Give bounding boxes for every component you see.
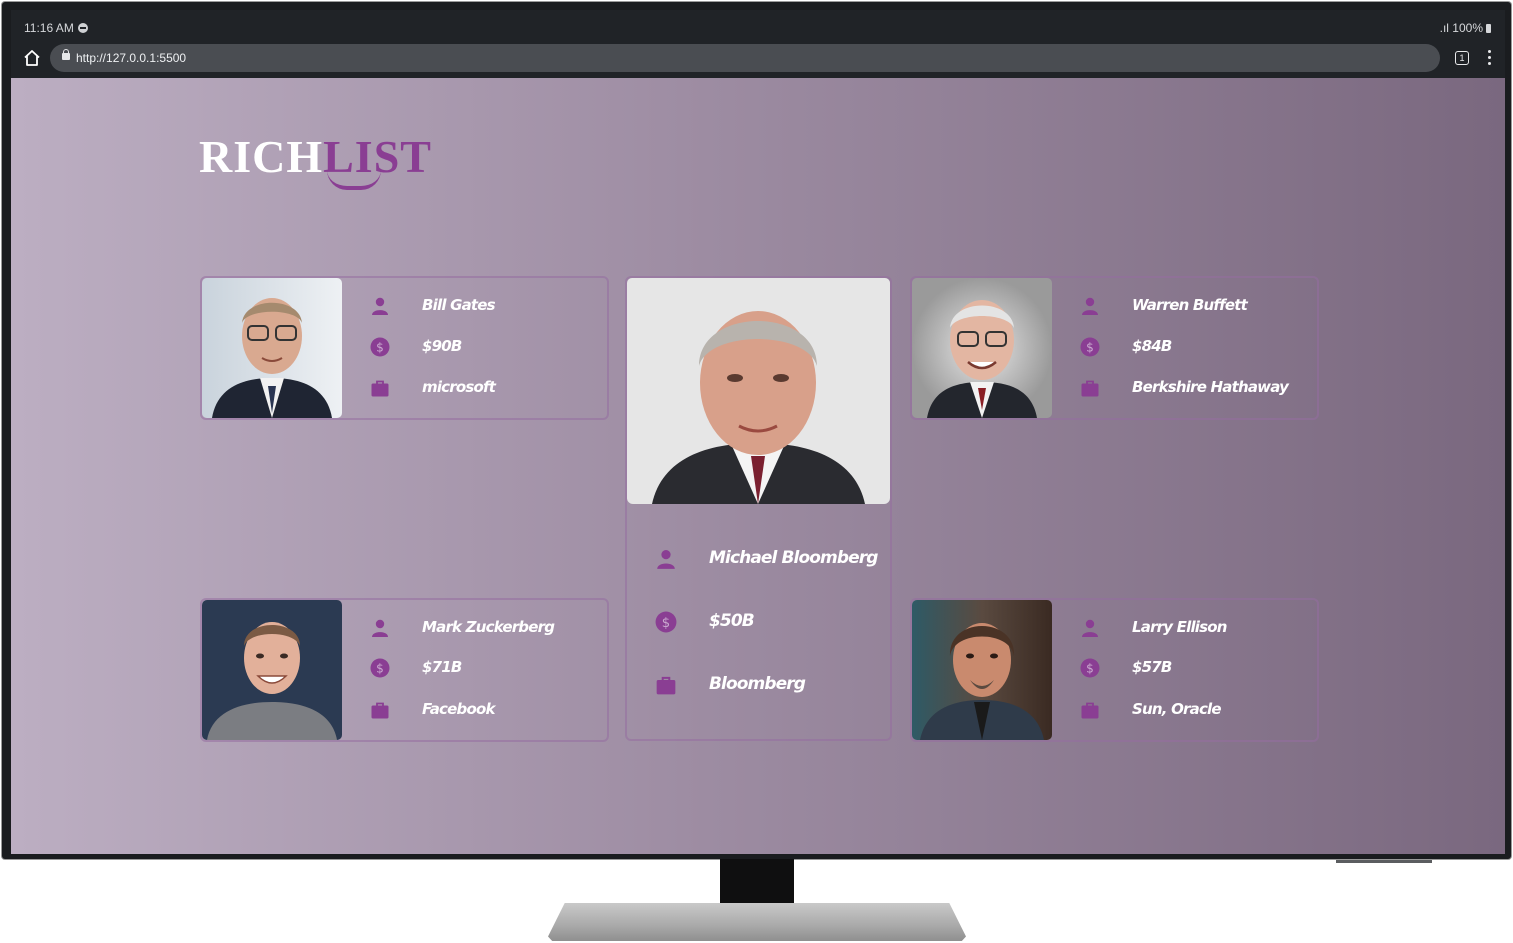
home-icon[interactable] xyxy=(22,48,42,68)
company-name: microsoft xyxy=(422,378,496,396)
company-row: Berkshire Hathaway xyxy=(1080,376,1310,400)
company-name: Sun, Oracle xyxy=(1132,700,1222,718)
person-photo xyxy=(912,600,1052,740)
status-time: 11:16 AM xyxy=(24,21,88,35)
name-row: Michael Bloomberg xyxy=(655,544,885,574)
featured-person-card[interactable]: Michael Bloomberg $50B Bloomberg xyxy=(625,276,892,741)
logo-swash xyxy=(327,170,381,190)
net-worth: $84B xyxy=(1132,337,1172,355)
device-screen: 11:16 AM .ıl 100% http://127.0.0.1:5500 … xyxy=(11,10,1505,854)
worth-row: $57B xyxy=(1080,656,1310,680)
company-row: Sun, Oracle xyxy=(1080,698,1310,722)
tv-brand-bar xyxy=(1336,860,1432,863)
person-name: Michael Bloomberg xyxy=(709,548,878,568)
net-worth: $57B xyxy=(1132,658,1172,676)
name-row: Bill Gates xyxy=(370,294,600,318)
worth-row: $71B xyxy=(370,656,600,680)
status-bar: 11:16 AM .ıl 100% xyxy=(11,10,1505,40)
name-row: Warren Buffett xyxy=(1080,294,1310,318)
notification-icon xyxy=(77,23,88,33)
more-menu-icon[interactable] xyxy=(1488,50,1492,66)
battery-icon xyxy=(1486,24,1491,33)
worth-row: $50B xyxy=(655,607,885,637)
featured-person-photo xyxy=(627,278,890,504)
person-name: Mark Zuckerberg xyxy=(422,618,555,636)
company-name: Bloomberg xyxy=(709,674,806,694)
address-bar[interactable]: http://127.0.0.1:5500 xyxy=(50,44,1440,72)
net-worth: $90B xyxy=(422,337,462,355)
company-row: microsoft xyxy=(370,376,600,400)
url-text[interactable]: http://127.0.0.1:5500 xyxy=(76,51,186,65)
person-card[interactable]: Bill Gates $90B microsoft xyxy=(200,276,609,420)
person-card[interactable]: Warren Buffett $84B Berkshire Hathaway xyxy=(910,276,1319,420)
browser-toolbar: http://127.0.0.1:5500 1 xyxy=(11,40,1505,78)
briefcase-icon xyxy=(370,378,390,398)
person-icon xyxy=(1080,618,1100,638)
worth-row: $84B xyxy=(1080,335,1310,359)
person-card[interactable]: Mark Zuckerberg $71B Facebook xyxy=(200,598,609,742)
company-name: Berkshire Hathaway xyxy=(1132,378,1289,396)
briefcase-icon xyxy=(1080,378,1100,398)
briefcase-icon xyxy=(370,700,390,720)
lock-icon xyxy=(62,49,70,60)
tv-stand-base xyxy=(548,903,966,941)
dollar-icon xyxy=(370,337,390,357)
company-name: Facebook xyxy=(422,700,495,718)
name-row: Mark Zuckerberg xyxy=(370,616,600,640)
dollar-icon xyxy=(655,611,677,633)
person-photo xyxy=(912,278,1052,418)
name-row: Larry Ellison xyxy=(1080,616,1310,640)
dollar-icon xyxy=(1080,337,1100,357)
person-icon xyxy=(1080,296,1100,316)
status-right: .ıl 100% xyxy=(1440,21,1491,35)
person-icon xyxy=(370,296,390,316)
web-page: RICHLIST Bill Gates $90B microsoft Micha… xyxy=(11,78,1505,854)
person-name: Larry Ellison xyxy=(1132,618,1227,636)
tab-count: 1 xyxy=(1459,53,1465,63)
briefcase-icon xyxy=(655,674,677,696)
person-photo xyxy=(202,278,342,418)
net-worth: $71B xyxy=(422,658,462,676)
person-icon xyxy=(655,548,677,570)
person-icon xyxy=(370,618,390,638)
richlist-logo[interactable]: RICHLIST xyxy=(199,130,432,190)
company-row: Facebook xyxy=(370,698,600,722)
net-worth: $50B xyxy=(709,611,755,631)
person-name: Warren Buffett xyxy=(1132,296,1248,314)
person-card[interactable]: Larry Ellison $57B Sun, Oracle xyxy=(910,598,1319,742)
briefcase-icon xyxy=(1080,700,1100,720)
tv-frame: 11:16 AM .ıl 100% http://127.0.0.1:5500 … xyxy=(2,2,1511,859)
logo-rich: RICH xyxy=(199,131,324,182)
person-photo xyxy=(202,600,342,740)
signal-battery-text: .ıl 100% xyxy=(1439,21,1483,35)
person-name: Bill Gates xyxy=(422,296,496,314)
company-row: Bloomberg xyxy=(655,670,885,700)
dollar-icon xyxy=(1080,658,1100,678)
worth-row: $90B xyxy=(370,335,600,359)
dollar-icon xyxy=(370,658,390,678)
tab-switcher-button[interactable]: 1 xyxy=(1455,51,1469,65)
